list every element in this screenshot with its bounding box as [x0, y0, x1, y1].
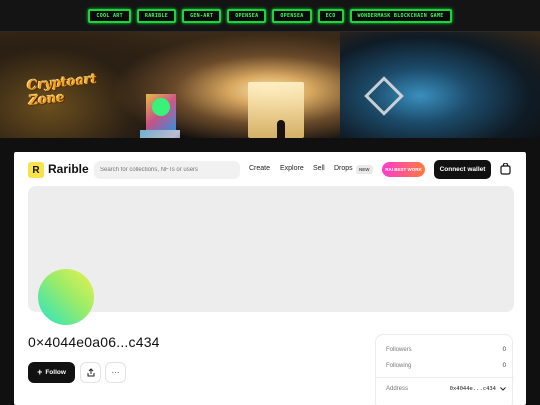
- share-button[interactable]: [80, 362, 101, 383]
- nav-button-opensea-1[interactable]: OPENSEA: [227, 8, 267, 23]
- profile-stats-card: Followers 0 Following 0 Address 0x4044e.…: [375, 334, 514, 405]
- follow-label: Follow: [45, 369, 66, 376]
- follow-button[interactable]: + Follow: [28, 362, 75, 383]
- banner-logo: Cryptoart Zone: [26, 71, 98, 109]
- nav-button-opensea-2[interactable]: OPENSEA: [272, 8, 312, 23]
- nav-drops[interactable]: Drops: [334, 165, 353, 172]
- stats-divider: [376, 377, 514, 378]
- nav-button-cool-art[interactable]: COOL ART: [88, 8, 131, 23]
- nav-button-rarible[interactable]: RARIBLE: [136, 8, 177, 23]
- banner-poster: [140, 130, 180, 138]
- search-input[interactable]: [94, 161, 240, 179]
- nav-create[interactable]: Create: [249, 165, 270, 172]
- more-button[interactable]: ···: [105, 362, 126, 383]
- nav-button-gen-art[interactable]: GEN-ART: [182, 8, 222, 23]
- banner-green-orb: [152, 98, 170, 116]
- profile-cover: [28, 186, 514, 312]
- hero-banner: Cryptoart Zone: [0, 32, 540, 138]
- profile-title: 0×4044e0a06...c434: [28, 334, 160, 350]
- plus-icon: +: [37, 367, 43, 377]
- followers-count: 0: [502, 347, 506, 353]
- shopping-bag-icon[interactable]: [500, 163, 511, 175]
- rarible-page: R Rarible Create Explore Sell Drops NEW …: [14, 152, 526, 405]
- avatar: [38, 269, 94, 325]
- banner-figure: [277, 120, 285, 138]
- banner-right-scene: [340, 32, 540, 138]
- connect-wallet-button[interactable]: Connect wallet: [434, 160, 491, 179]
- rarible-logo-icon[interactable]: R: [28, 162, 44, 178]
- address-row[interactable]: Address 0x4044e...c434: [386, 383, 506, 395]
- nav-button-wondermask[interactable]: WONDERMASK BLOCKCHAIN GAME: [349, 8, 452, 23]
- following-label: Following: [386, 363, 412, 369]
- rarible-header: R Rarible Create Explore Sell Drops NEW …: [14, 152, 526, 186]
- nav-button-eco[interactable]: ECO: [317, 8, 344, 23]
- nav-explore[interactable]: Explore: [280, 165, 304, 172]
- address-value: 0x4044e...c434: [450, 386, 506, 392]
- following-count: 0: [502, 363, 506, 369]
- more-icon: ···: [111, 368, 120, 377]
- address-label: Address: [386, 386, 409, 392]
- banner-doorway: [248, 82, 304, 138]
- following-row[interactable]: Following 0: [386, 360, 506, 372]
- share-icon: [87, 368, 94, 377]
- nav-sell[interactable]: Sell: [313, 165, 325, 172]
- followers-label: Followers: [386, 347, 412, 353]
- address-text: 0x4044e...c434: [449, 386, 496, 392]
- brand-name[interactable]: Rarible: [48, 162, 89, 176]
- chevron-down-icon: [500, 387, 506, 391]
- promo-button[interactable]: RAI BEST WORK: [382, 162, 425, 177]
- followers-row[interactable]: Followers 0: [386, 344, 506, 356]
- top-nav: COOL ART RARIBLE GEN-ART OPENSEA OPENSEA…: [0, 0, 540, 32]
- new-badge: NEW: [356, 165, 373, 174]
